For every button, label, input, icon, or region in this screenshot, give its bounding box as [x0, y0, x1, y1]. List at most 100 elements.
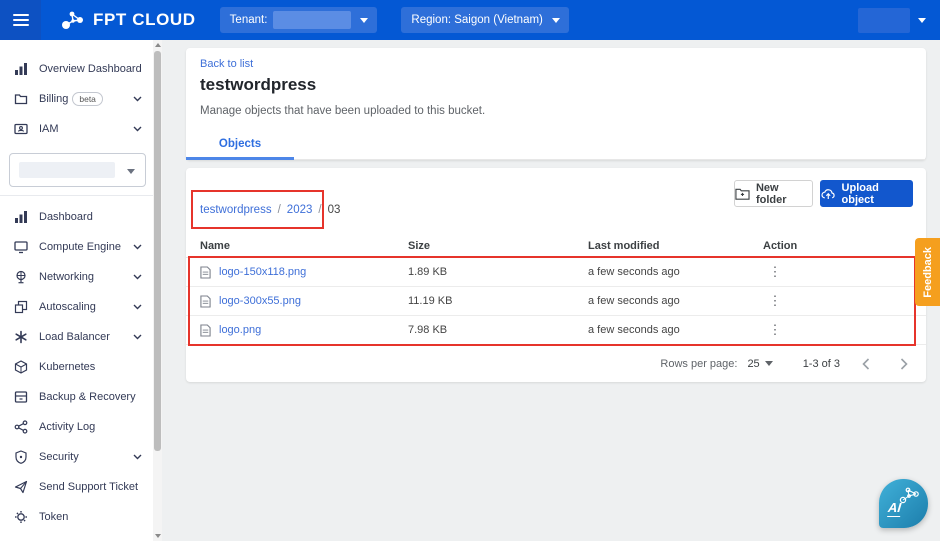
column-last-modified: Last modified: [588, 240, 763, 252]
previous-page-button[interactable]: [862, 358, 870, 370]
sidebar-item-token[interactable]: Token: [0, 502, 162, 532]
file-icon: [200, 324, 211, 337]
brand-logo[interactable]: FPT CLOUD: [59, 8, 196, 32]
rows-per-page-label: Rows per page:: [660, 358, 737, 370]
objects-card: New folder Upload object testwordpress /…: [186, 168, 926, 382]
chevron-down-icon: [918, 18, 926, 23]
table-row: logo-300x55.png 11.19 KB a few seconds a…: [186, 287, 926, 316]
id-card-icon: [14, 122, 28, 136]
region-selector[interactable]: Region: Saigon (Vietnam): [401, 7, 568, 33]
tab-bar: Objects: [186, 130, 926, 160]
fpt-cloud-console: FPT CLOUD Tenant: Region: Saigon (Vietna…: [0, 0, 940, 541]
chevron-down-icon: [552, 18, 560, 23]
cube-icon: [14, 360, 28, 374]
sidebar-item-security[interactable]: Security: [0, 442, 162, 472]
chevron-down-icon: [133, 304, 142, 310]
bar-chart-icon: [14, 62, 28, 76]
breadcrumb-separator: /: [278, 204, 281, 216]
object-size: 1.89 KB: [408, 266, 588, 278]
tab-objects[interactable]: Objects: [186, 130, 294, 160]
new-folder-button[interactable]: New folder: [734, 180, 813, 207]
upload-object-button[interactable]: Upload object: [820, 180, 913, 207]
table-row: logo.png 7.98 KB a few seconds ago ⋮: [186, 316, 926, 345]
chevron-down-icon: [765, 361, 773, 366]
scroll-down-button[interactable]: [153, 531, 162, 541]
row-actions-menu-button[interactable]: ⋮: [765, 322, 785, 338]
monitor-icon: [14, 240, 28, 254]
cloud-upload-icon: [821, 188, 836, 200]
paper-plane-icon: [14, 480, 28, 494]
project-select[interactable]: [9, 153, 146, 187]
gear-icon: [14, 510, 28, 524]
chevron-down-icon: [127, 169, 135, 174]
main-content: Back to list testwordpress Manage object…: [162, 40, 940, 541]
object-link[interactable]: logo-150x118.png: [219, 266, 306, 278]
chevron-down-icon: [133, 454, 142, 460]
object-modified: a few seconds ago: [588, 266, 763, 278]
sidebar-item-overview-dashboard[interactable]: Overview Dashboard: [0, 54, 162, 84]
project-select-value-redacted: [19, 162, 115, 178]
tenant-selector[interactable]: Tenant:: [220, 7, 378, 33]
chevron-down-icon: [133, 334, 142, 340]
page-title: testwordpress: [200, 75, 316, 95]
tenant-value-redacted: [273, 11, 351, 29]
column-size: Size: [408, 240, 588, 252]
layers-icon: [14, 300, 28, 314]
table-row: logo-150x118.png 1.89 KB a few seconds a…: [186, 258, 926, 287]
ai-chat-bubble[interactable]: AI: [879, 479, 928, 528]
billing-icon: [14, 92, 28, 106]
rows-per-page-select[interactable]: 25: [747, 358, 772, 370]
globe-icon: [14, 270, 28, 284]
breadcrumb-bucket-link[interactable]: testwordpress: [200, 204, 272, 216]
breadcrumb-current: 03: [328, 204, 341, 216]
scroll-up-button[interactable]: [153, 40, 162, 50]
row-actions-menu-button[interactable]: ⋮: [765, 264, 785, 280]
sidebar-item-autoscaling[interactable]: Autoscaling: [0, 292, 162, 322]
sidebar-item-compute-engine[interactable]: Compute Engine: [0, 232, 162, 262]
sidebar-item-activity-log[interactable]: Activity Log: [0, 412, 162, 442]
next-page-button[interactable]: [900, 358, 908, 370]
sidebar-item-load-balancer[interactable]: Load Balancer: [0, 322, 162, 352]
sidebar-item-send-support-ticket[interactable]: Send Support Ticket: [0, 472, 162, 502]
column-name: Name: [200, 240, 408, 252]
row-actions-menu-button[interactable]: ⋮: [765, 293, 785, 309]
hamburger-icon: [13, 14, 29, 26]
scrollbar-thumb[interactable]: [154, 51, 161, 451]
ai-label: AI: [887, 500, 902, 517]
sidebar-item-kubernetes[interactable]: Kubernetes: [0, 352, 162, 382]
file-icon: [200, 266, 211, 279]
chevron-down-icon: [133, 274, 142, 280]
triangle-down-icon: [155, 534, 161, 538]
asterisk-icon: [14, 330, 28, 344]
page-subtitle: Manage objects that have been uploaded t…: [200, 105, 485, 117]
sidebar-item-billing[interactable]: Billing beta: [0, 84, 162, 114]
sidebar-divider: [0, 195, 162, 196]
object-size: 11.19 KB: [408, 295, 588, 307]
back-to-list-link[interactable]: Back to list: [200, 58, 253, 70]
sidebar-item-iam[interactable]: IAM: [0, 114, 162, 144]
archive-icon: [14, 390, 28, 404]
sidebar-item-backup-recovery[interactable]: Backup & Recovery: [0, 382, 162, 412]
breadcrumb-folder-link[interactable]: 2023: [287, 204, 313, 216]
sidebar-scrollbar: [153, 40, 162, 541]
file-icon: [200, 295, 211, 308]
breadcrumb-separator: /: [318, 204, 321, 216]
bucket-header-card: Back to list testwordpress Manage object…: [186, 48, 926, 160]
hamburger-menu-button[interactable]: [0, 0, 41, 40]
chevron-down-icon: [360, 18, 368, 23]
object-modified: a few seconds ago: [588, 295, 763, 307]
triangle-up-icon: [155, 43, 161, 47]
breadcrumb: testwordpress / 2023 / 03: [200, 204, 340, 216]
sidebar: Overview Dashboard Billing beta IAM Dash…: [0, 40, 162, 541]
account-menu[interactable]: [858, 8, 926, 33]
topbar: FPT CLOUD Tenant: Region: Saigon (Vietna…: [0, 0, 940, 40]
sidebar-item-networking[interactable]: Networking: [0, 262, 162, 292]
object-link[interactable]: logo.png: [219, 324, 261, 336]
sidebar-item-dashboard[interactable]: Dashboard: [0, 202, 162, 232]
page-range: 1-3 of 3: [803, 358, 840, 370]
account-redacted: [858, 8, 910, 33]
feedback-tab[interactable]: Feedback: [915, 238, 940, 306]
object-link[interactable]: logo-300x55.png: [219, 295, 301, 307]
table-header: Name Size Last modified Action: [186, 234, 926, 258]
shield-icon: [14, 450, 28, 464]
